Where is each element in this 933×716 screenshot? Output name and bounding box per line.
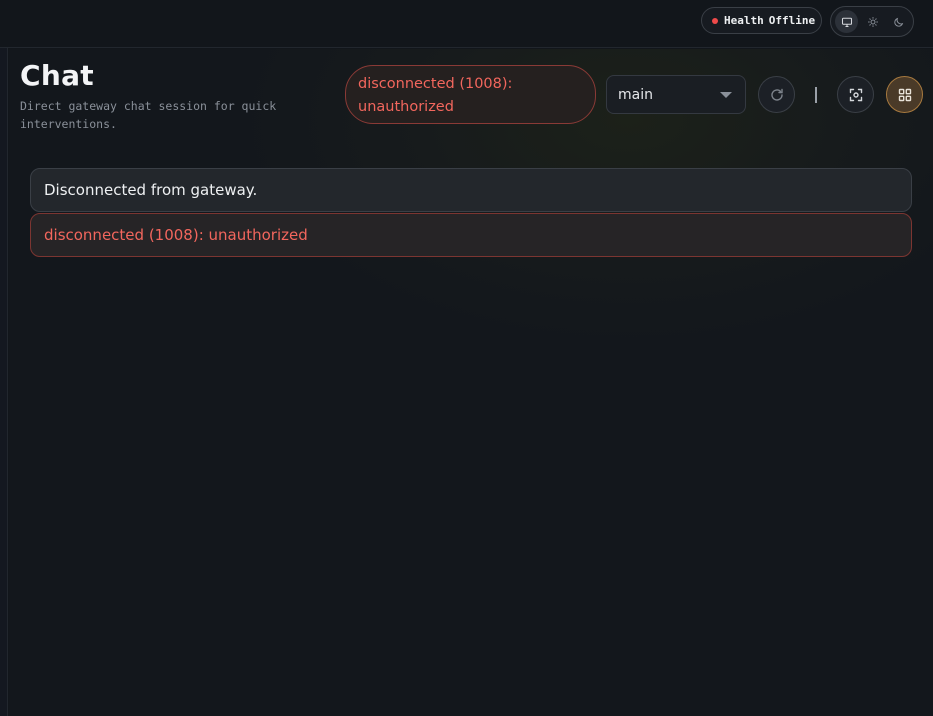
system-icon [841, 17, 852, 27]
chevron-down-icon [720, 92, 732, 98]
connection-error-badge: disconnected (1008): unauthorized [345, 65, 596, 124]
focus-icon [849, 88, 862, 101]
session-select[interactable]: main [606, 75, 746, 114]
sun-icon [867, 16, 878, 27]
page-title: Chat [20, 59, 94, 92]
refresh-button[interactable] [758, 76, 795, 113]
status-dot-icon [712, 17, 718, 24]
health-status-text: Offline [768, 14, 816, 27]
page-subtitle: Direct gateway chat session for quick in… [20, 99, 277, 131]
chat-thread: Disconnected from gateway. disconnected … [30, 168, 912, 258]
moon-icon [893, 17, 903, 27]
main-content: Chat Direct gateway chat session for qui… [9, 49, 933, 716]
grid-icon [898, 88, 911, 101]
refresh-icon [770, 88, 783, 101]
focus-button[interactable] [837, 76, 874, 113]
top-bar: Health Offline [0, 0, 933, 48]
theme-switcher [830, 6, 914, 37]
session-select-value: main [618, 86, 653, 103]
chat-message-info: Disconnected from gateway. [30, 168, 912, 212]
theme-system-button[interactable] [835, 10, 858, 33]
toolbar-divider [815, 87, 817, 103]
theme-light-button[interactable] [861, 10, 884, 33]
grid-view-button[interactable] [886, 76, 923, 113]
health-status-badge[interactable]: Health Offline [701, 7, 822, 34]
theme-dark-button[interactable] [887, 10, 910, 33]
chat-message-error: disconnected (1008): unauthorized [30, 213, 912, 257]
sidebar-rail [0, 48, 8, 716]
health-label: Health [724, 14, 764, 27]
